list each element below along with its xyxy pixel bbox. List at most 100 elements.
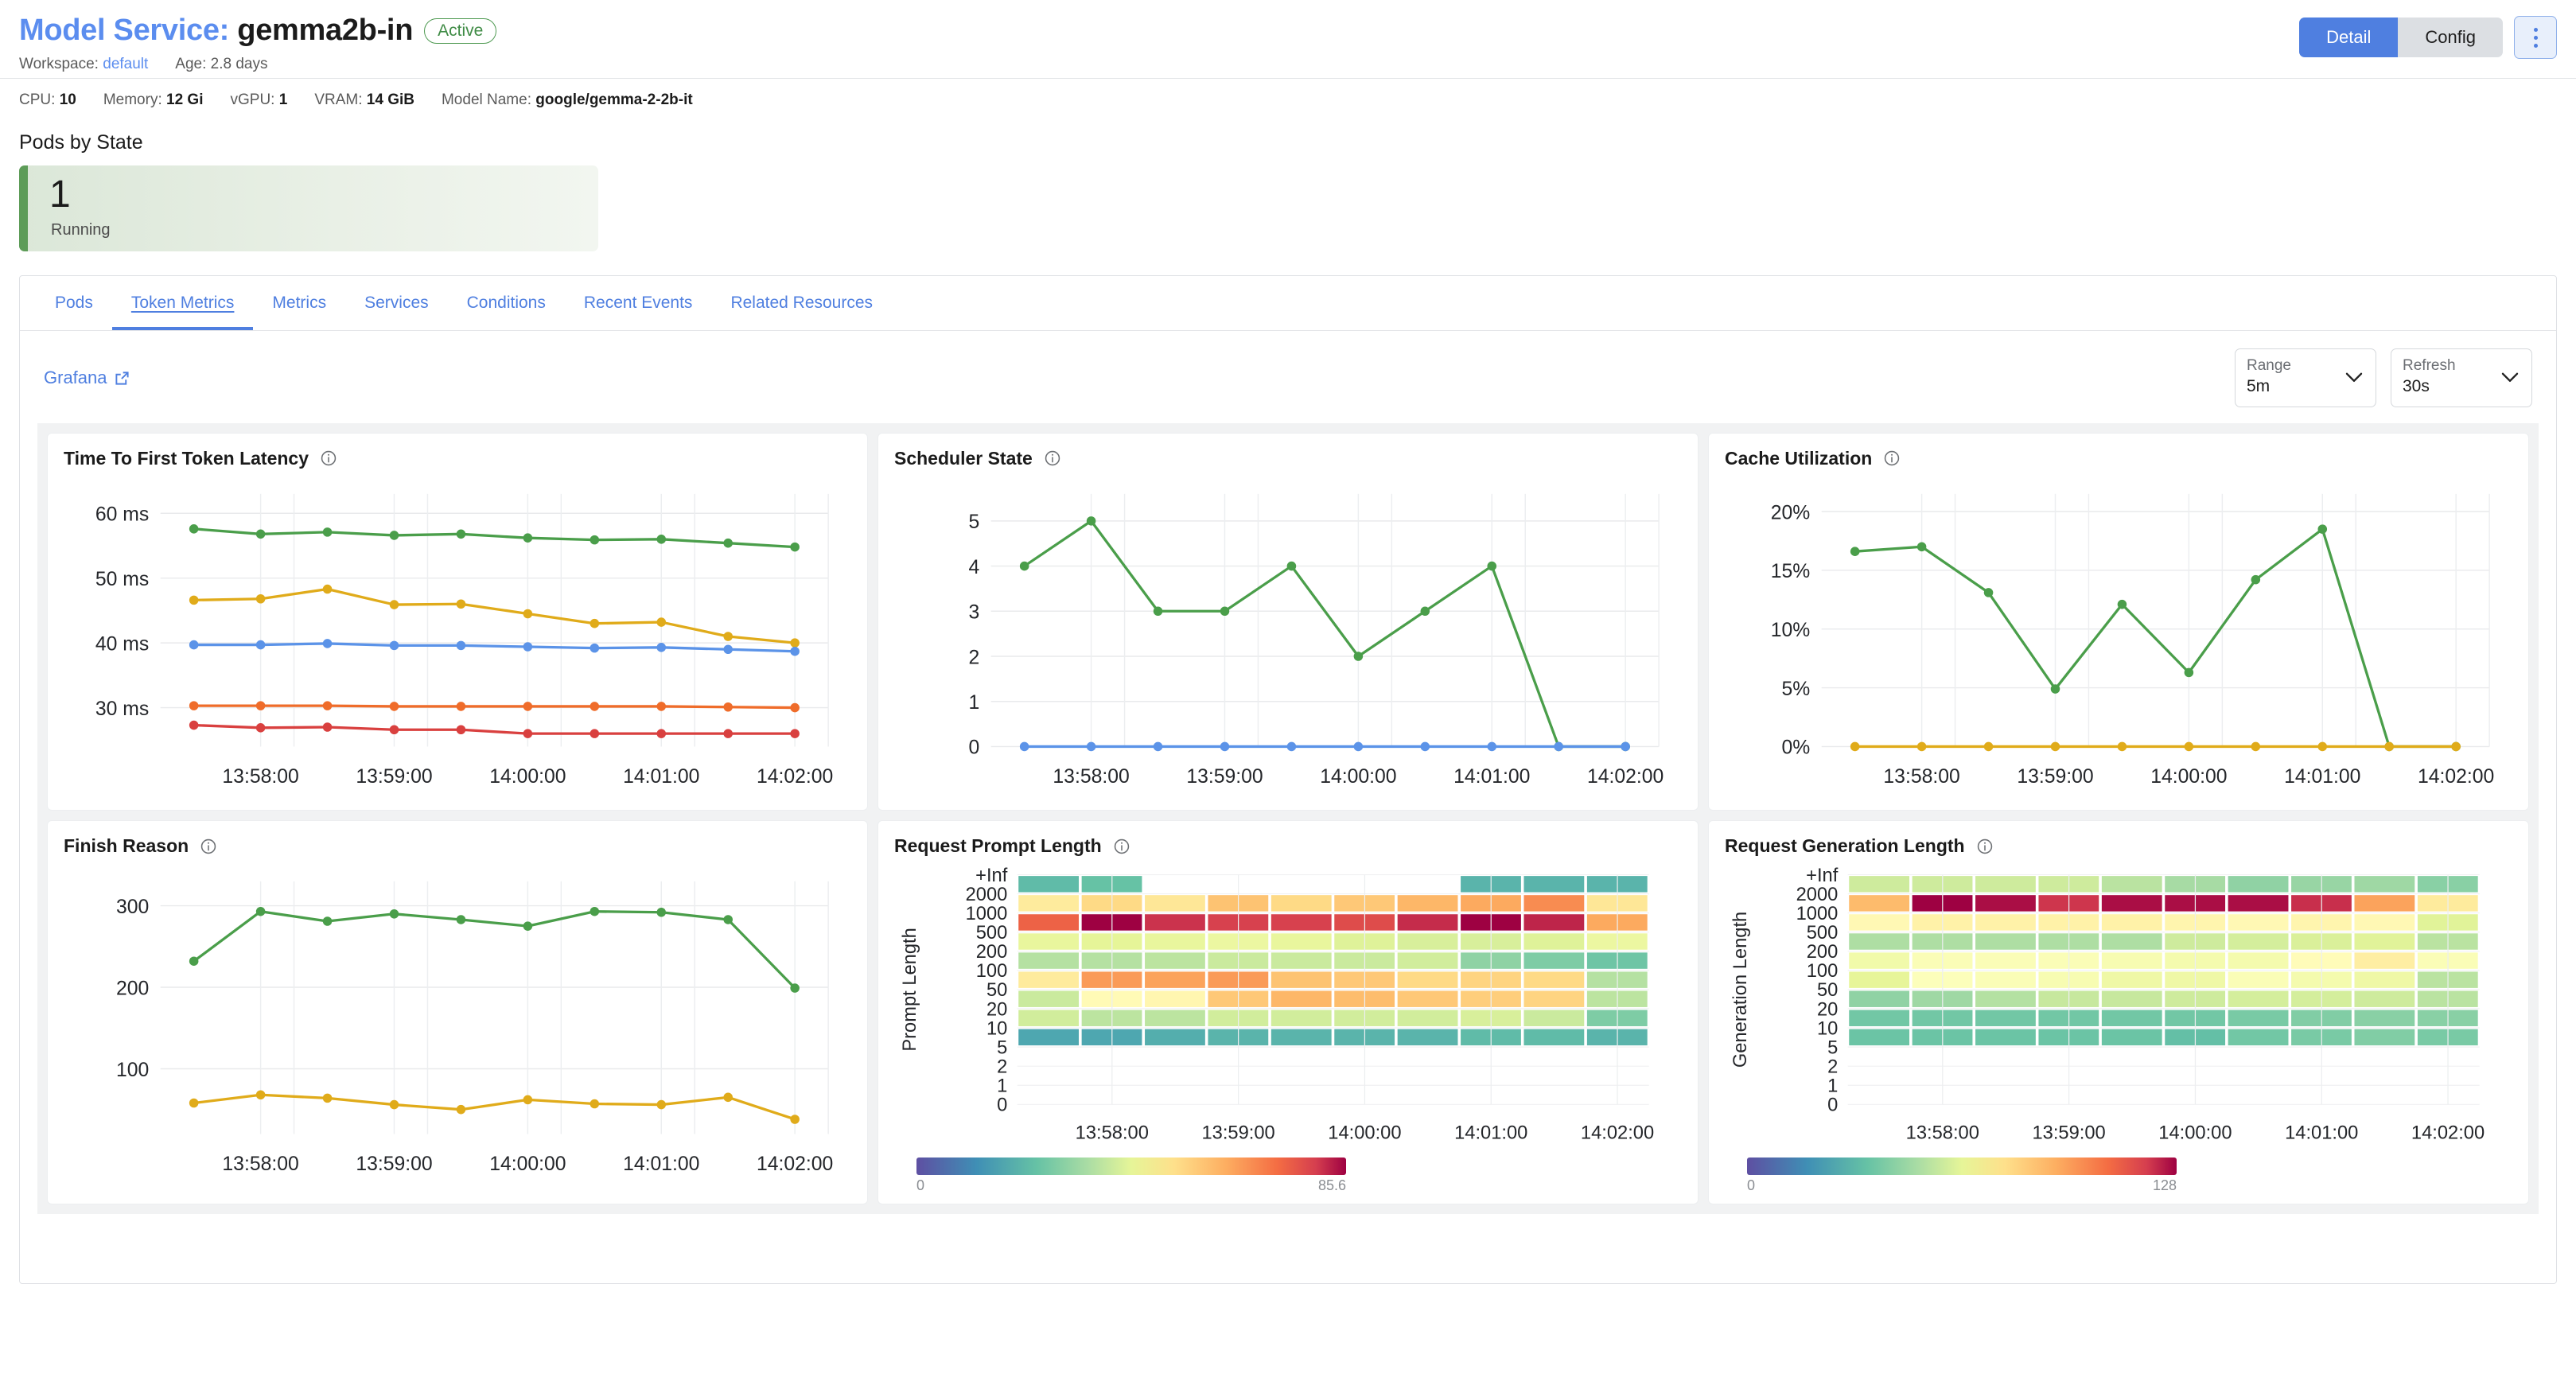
tab-token-metrics[interactable]: Token Metrics [111,276,254,330]
detail-button[interactable]: Detail [2299,18,2399,57]
tab-metrics[interactable]: Metrics [253,276,345,330]
meta-value-cpu: 10 [59,91,76,108]
kebab-dot-icon [2533,43,2538,48]
svg-text:1: 1 [1827,1076,1838,1097]
more-actions-button[interactable] [2514,16,2557,59]
chart-card-scheduler-state: Scheduler State 5 4 3 2 1 0 13:58:00 13:59:00 14… [877,432,1699,811]
svg-text:14:01:00: 14:01:00 [1454,1123,1527,1144]
info-icon[interactable] [1044,449,1061,467]
svg-text:Generation Length: Generation Length [1730,912,1751,1068]
svg-text:10%: 10% [1771,620,1811,641]
svg-text:14:02:00: 14:02:00 [2411,1123,2485,1144]
svg-text:13:58:00: 13:58:00 [1076,1123,1149,1144]
resource-meta-row: CPU: 10 Memory: 12 Gi vGPU: 1 VRAM: 14 G… [0,79,2576,123]
svg-text:13:58:00: 13:58:00 [222,1154,298,1175]
svg-text:15%: 15% [1771,561,1811,582]
header-actions: Detail Config [2299,16,2557,59]
svg-text:60 ms: 60 ms [95,504,149,525]
svg-text:13:58:00: 13:58:00 [1883,766,1959,788]
chart-card-request-generation-length: Request Generation Length +Inf 2000 1000 50… [1708,820,2529,1204]
svg-text:14:00:00: 14:00:00 [489,1154,566,1175]
info-icon[interactable] [320,449,337,467]
svg-text:3: 3 [968,601,979,623]
svg-text:14:00:00: 14:00:00 [1320,766,1396,788]
svg-text:50: 50 [1817,980,1838,1001]
svg-text:14:01:00: 14:01:00 [623,1154,699,1175]
svg-text:2: 2 [997,1057,1007,1078]
tab-recent-events[interactable]: Recent Events [565,276,712,330]
meta-value-vram: 14 GiB [366,91,414,108]
svg-text:14:02:00: 14:02:00 [2418,766,2494,788]
svg-text:14:02:00: 14:02:00 [757,1154,833,1175]
svg-text:2000: 2000 [966,885,1008,905]
chart-title-cache-utilization: Cache Utilization [1725,447,1873,469]
chart-title-ttft: Time To First Token Latency [64,447,309,469]
svg-text:13:59:00: 13:59:00 [2017,766,2093,788]
meta-label-vgpu: vGPU: [230,91,275,108]
meta-label-model-name: Model Name: [441,91,531,108]
page-title: Model Service: gemma2b-in Active [19,14,2557,48]
subtitle-row: Workspace: default Age: 2.8 days [19,56,2557,73]
tab-bar: Pods Token Metrics Metrics Services Cond… [20,276,2556,331]
svg-text:200: 200 [976,942,1008,963]
external-link-icon [115,370,130,385]
svg-text:500: 500 [1807,923,1839,944]
svg-text:14:00:00: 14:00:00 [2150,766,2227,788]
svg-text:2000: 2000 [1796,885,1839,905]
svg-text:14:02:00: 14:02:00 [1581,1123,1654,1144]
svg-text:13:58:00: 13:58:00 [1906,1123,1979,1144]
age-value: 2.8 days [210,55,268,72]
grafana-link-label: Grafana [44,367,107,387]
meta-label-vram: VRAM: [314,91,363,108]
svg-text:200: 200 [116,979,149,1000]
svg-text:5: 5 [997,1038,1007,1059]
svg-text:5%: 5% [1781,679,1810,700]
svg-text:14:01:00: 14:01:00 [1453,766,1530,788]
range-select[interactable]: Range 5m [2235,348,2376,407]
tab-related-resources[interactable]: Related Resources [711,276,892,330]
age-label: Age: [175,55,207,72]
chart-card-request-prompt-length: Request Prompt Length +Inf 2000 1000 500 200… [877,820,1699,1204]
svg-text:5: 5 [968,512,979,533]
svg-text:100: 100 [1807,961,1839,982]
metrics-grid: Time To First Token Latency 60 ms 50 ms 40… [37,422,2539,1214]
pod-state-count: 1 [49,173,71,216]
tab-conditions[interactable]: Conditions [448,276,565,330]
svg-text:14:00:00: 14:00:00 [1328,1123,1401,1144]
refresh-select[interactable]: Refresh 30s [2391,348,2532,407]
svg-text:200: 200 [1807,942,1839,963]
svg-text:2: 2 [1827,1057,1838,1078]
svg-text:13:58:00: 13:58:00 [222,766,298,788]
pod-state-card-running[interactable]: 1 Running [19,165,598,251]
grafana-link[interactable]: Grafana [44,368,130,388]
svg-text:+Inf: +Inf [1806,866,1839,886]
view-mode-toggle[interactable]: Detail Config [2299,18,2503,57]
chart-title-scheduler-state: Scheduler State [894,447,1033,469]
workspace-link[interactable]: default [103,56,148,72]
tab-services[interactable]: Services [345,276,448,330]
info-icon[interactable] [1113,838,1130,855]
svg-text:10: 10 [986,1019,1007,1040]
svg-text:20: 20 [1817,1000,1838,1021]
info-icon[interactable] [1883,449,1901,467]
svg-text:0%: 0% [1781,737,1810,759]
status-badge: Active [424,18,497,44]
chart-title-request-prompt-length: Request Prompt Length [894,835,1102,857]
svg-text:20%: 20% [1771,502,1811,523]
svg-text:1: 1 [968,692,979,714]
pods-section-title: Pods by State [19,130,143,154]
svg-text:13:58:00: 13:58:00 [1053,766,1129,788]
colorbar-gradient [916,1157,1346,1175]
svg-text:30 ms: 30 ms [95,698,149,720]
info-icon[interactable] [200,838,217,855]
svg-text:13:59:00: 13:59:00 [2032,1123,2105,1144]
svg-text:50: 50 [986,980,1007,1001]
meta-label-cpu: CPU: [19,91,56,108]
chevron-down-icon [2501,372,2519,387]
tab-pods[interactable]: Pods [36,276,112,330]
colorbar-min-label: 0 [1747,1177,1756,1193]
svg-text:1: 1 [997,1076,1007,1097]
config-button[interactable]: Config [2398,18,2503,57]
info-icon[interactable] [1976,838,1994,855]
svg-text:13:59:00: 13:59:00 [1201,1123,1274,1144]
